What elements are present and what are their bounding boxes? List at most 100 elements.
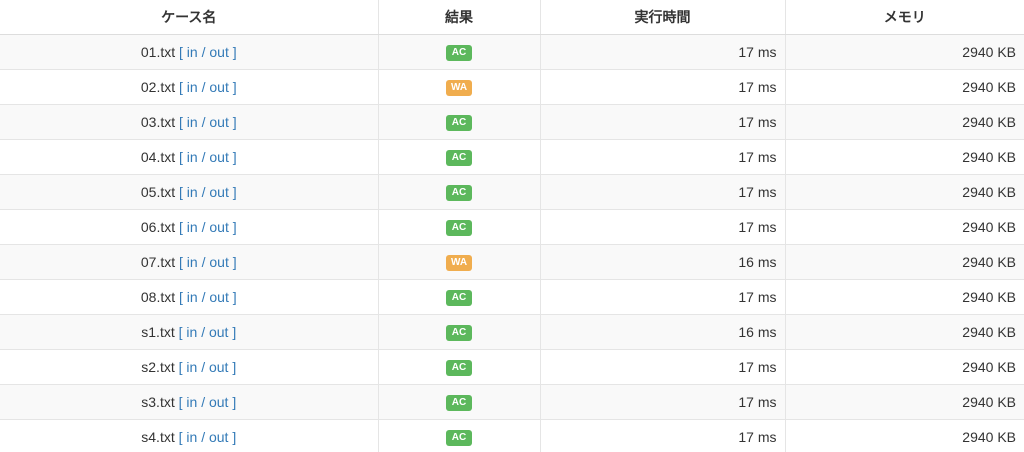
status-cell: WA: [377, 69, 540, 105]
table-row: s2.txt [ in / out ] AC 17 ms 2940 KB: [0, 349, 1024, 385]
open-bracket: [: [178, 394, 183, 410]
close-bracket: ]: [232, 184, 237, 200]
exec-time-cell: 17 ms: [539, 384, 785, 420]
input-link[interactable]: in: [186, 359, 197, 375]
status-badge: WA: [445, 254, 473, 271]
link-separator: /: [201, 429, 206, 445]
exec-time-cell: 17 ms: [539, 349, 785, 385]
table-row: 05.txt [ in / out ] AC 17 ms 2940 KB: [0, 174, 1024, 210]
exec-time-cell: 17 ms: [539, 104, 785, 140]
output-link[interactable]: out: [209, 254, 228, 270]
open-bracket: [: [179, 44, 183, 60]
output-link[interactable]: out: [209, 324, 228, 340]
case-filename: 04.txt: [140, 149, 176, 165]
close-bracket: ]: [232, 219, 237, 235]
case-name-cell: s2.txt [ in / out ]: [0, 349, 378, 385]
link-separator: /: [201, 219, 206, 235]
status-cell: AC: [377, 384, 540, 420]
input-link[interactable]: in: [187, 114, 198, 130]
table-row: 01.txt [ in / out ] AC 17 ms 2940 KB: [0, 34, 1024, 70]
exec-time-cell: 17 ms: [539, 209, 785, 245]
memory-cell: 2940 KB: [784, 69, 1024, 105]
case-filename: 02.txt: [140, 79, 176, 95]
table-row: 07.txt [ in / out ] WA 16 ms 2940 KB: [0, 244, 1024, 280]
input-link[interactable]: in: [187, 219, 198, 235]
open-bracket: [: [179, 184, 183, 200]
close-bracket: ]: [232, 394, 237, 410]
output-link[interactable]: out: [209, 184, 228, 200]
memory-cell: 2940 KB: [784, 104, 1024, 140]
close-bracket: ]: [232, 79, 237, 95]
output-link[interactable]: out: [209, 394, 228, 410]
table-row: s4.txt [ in / out ] AC 17 ms 2940 KB: [0, 419, 1024, 452]
status-badge: AC: [446, 44, 472, 61]
close-bracket: ]: [232, 254, 237, 270]
link-separator: /: [201, 79, 206, 95]
input-link[interactable]: in: [187, 254, 198, 270]
memory-cell: 2940 KB: [784, 244, 1024, 280]
input-link[interactable]: in: [187, 289, 198, 305]
case-name-cell: 01.txt [ in / out ]: [0, 34, 378, 70]
table-row: 04.txt [ in / out ] AC 17 ms 2940 KB: [0, 139, 1024, 175]
test-case-results-table: ケース名 結果 実行時間 メモリ 01.txt [ in / out ] AC …: [0, 0, 1024, 452]
status-badge: AC: [446, 114, 472, 131]
table-row: 03.txt [ in / out ] AC 17 ms 2940 KB: [0, 104, 1024, 140]
status-cell: AC: [377, 34, 540, 70]
input-link[interactable]: in: [186, 394, 197, 410]
output-link[interactable]: out: [209, 114, 228, 130]
open-bracket: [: [179, 149, 183, 165]
status-cell: AC: [377, 209, 540, 245]
status-cell: AC: [377, 349, 540, 385]
close-bracket: ]: [232, 114, 237, 130]
output-link[interactable]: out: [209, 289, 228, 305]
table-row: 08.txt [ in / out ] AC 17 ms 2940 KB: [0, 279, 1024, 315]
output-link[interactable]: out: [209, 44, 228, 60]
open-bracket: [: [178, 359, 183, 375]
output-link[interactable]: out: [209, 219, 228, 235]
input-link[interactable]: in: [186, 324, 197, 340]
case-filename: s2.txt: [141, 359, 175, 375]
header-row: ケース名 結果 実行時間 メモリ: [0, 0, 1024, 35]
input-link[interactable]: in: [187, 44, 198, 60]
status-cell: WA: [377, 244, 540, 280]
open-bracket: [: [178, 324, 183, 340]
open-bracket: [: [179, 79, 183, 95]
status-badge: AC: [446, 429, 472, 446]
open-bracket: [: [179, 254, 183, 270]
status-cell: AC: [377, 139, 540, 175]
input-link[interactable]: in: [187, 149, 198, 165]
link-separator: /: [201, 149, 206, 165]
input-link[interactable]: in: [187, 79, 198, 95]
table-row: 02.txt [ in / out ] WA 17 ms 2940 KB: [0, 69, 1024, 105]
input-link[interactable]: in: [187, 184, 198, 200]
link-separator: /: [201, 359, 206, 375]
exec-time-cell: 17 ms: [539, 174, 785, 210]
table-row: s1.txt [ in / out ] AC 16 ms 2940 KB: [0, 314, 1024, 350]
status-badge: AC: [446, 394, 472, 411]
open-bracket: [: [179, 114, 183, 130]
header-case-name: ケース名: [0, 0, 378, 35]
close-bracket: ]: [232, 149, 237, 165]
table-row: s3.txt [ in / out ] AC 17 ms 2940 KB: [0, 384, 1024, 420]
status-cell: AC: [377, 174, 540, 210]
output-link[interactable]: out: [209, 149, 228, 165]
close-bracket: ]: [232, 44, 237, 60]
open-bracket: [: [179, 219, 183, 235]
status-cell: AC: [377, 419, 540, 452]
case-name-cell: 06.txt [ in / out ]: [0, 209, 378, 245]
case-filename: 05.txt: [140, 184, 176, 200]
table-header: ケース名 結果 実行時間 メモリ: [0, 0, 1024, 35]
input-link[interactable]: in: [186, 429, 197, 445]
link-separator: /: [201, 324, 206, 340]
link-separator: /: [201, 254, 206, 270]
output-link[interactable]: out: [209, 359, 228, 375]
status-badge: AC: [446, 184, 472, 201]
memory-cell: 2940 KB: [784, 174, 1024, 210]
output-link[interactable]: out: [209, 429, 228, 445]
exec-time-cell: 17 ms: [539, 69, 785, 105]
case-name-cell: 04.txt [ in / out ]: [0, 139, 378, 175]
memory-cell: 2940 KB: [784, 34, 1024, 70]
output-link[interactable]: out: [209, 79, 228, 95]
exec-time-cell: 16 ms: [539, 244, 785, 280]
link-separator: /: [201, 184, 206, 200]
